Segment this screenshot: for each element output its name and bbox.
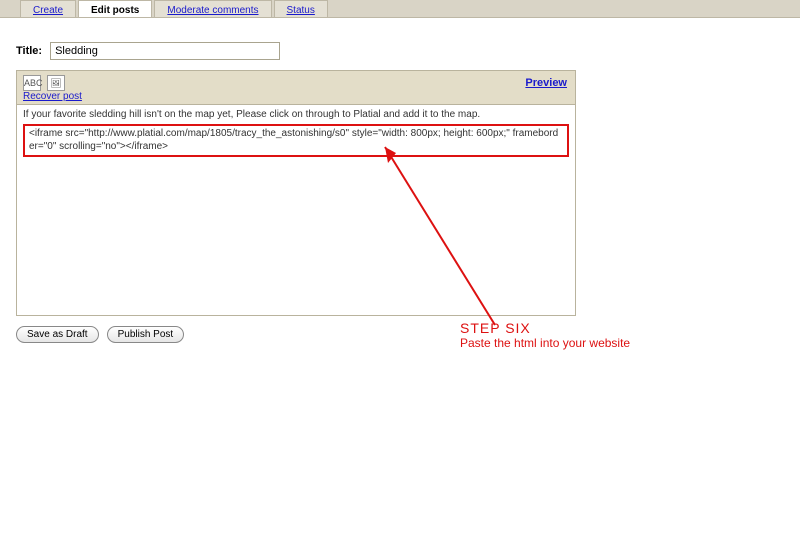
pasted-iframe-code: <iframe src="http://www.platial.com/map/… [23,124,569,157]
tab-moderate-comments[interactable]: Moderate comments [154,0,271,17]
recover-post-link[interactable]: Recover post [23,91,82,102]
editor-container: ABC 🖼 Recover post Preview If your favor… [16,70,576,316]
title-row: Title: [16,42,790,60]
tab-edit-posts[interactable]: Edit posts [78,0,152,17]
title-label: Title: [16,45,42,57]
page-body: Title: ABC 🖼 Recover post Preview If you… [0,18,800,343]
editor-intro-text: If your favorite sledding hill isn't on … [23,109,569,120]
tab-status[interactable]: Status [274,0,328,17]
preview-link[interactable]: Preview [525,77,567,89]
tab-bar: Create Edit posts Moderate comments Stat… [0,0,800,18]
editor-toolbar: ABC 🖼 Recover post Preview [17,71,575,105]
spellcheck-icon[interactable]: ABC [23,75,41,91]
save-as-draft-button[interactable]: Save as Draft [16,326,99,343]
title-input[interactable] [50,42,280,60]
action-row: Save as Draft Publish Post [16,326,790,343]
tab-create[interactable]: Create [20,0,76,17]
editor-body[interactable]: If your favorite sledding hill isn't on … [17,105,575,315]
publish-post-button[interactable]: Publish Post [107,326,185,343]
insert-image-icon[interactable]: 🖼 [47,75,65,91]
